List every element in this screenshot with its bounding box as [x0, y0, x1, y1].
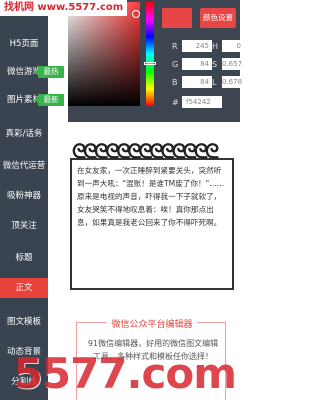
channel-s-label: S	[212, 60, 218, 69]
sidebar-item-title[interactable]: 标题	[0, 248, 48, 268]
saturation-value-area[interactable]	[68, 2, 140, 106]
spacer-strip	[48, 0, 68, 400]
sidebar-item-h5[interactable]: H5页面	[0, 34, 48, 54]
badge-hot: 最热	[34, 66, 64, 78]
hue-slider-handle[interactable]	[144, 62, 156, 65]
hue-slider[interactable]	[146, 2, 154, 106]
channel-s-input[interactable]: 0.657	[222, 58, 244, 70]
badge-new: 最新	[34, 94, 64, 106]
color-preview-swatch	[162, 8, 192, 28]
notebook-spiral: ᘓᘓᘓᘓᘓᘓᘓᘓᘓᘓᘓᘓᘓ	[72, 142, 219, 160]
channel-g-label: G	[172, 60, 179, 69]
channel-l-label: L	[212, 78, 217, 87]
channel-g-input[interactable]: 84	[182, 58, 212, 70]
note-text: 在女友家，一次正睡醉到紧要关头，突然听到一声大吼："混账！是谁TM废了你！"………	[77, 166, 225, 227]
channel-l-input[interactable]: 0.678	[222, 76, 244, 88]
notebook-note[interactable]: 在女友家，一次正睡醉到紧要关头，突然听到一声大吼："混账！是谁TM废了你！"………	[70, 158, 234, 290]
sidebar: H5页面 微信游戏 图片素材 真彩/话务 微信代运营 吸粉神器 顶关注 标题 正…	[0, 0, 48, 400]
watermark-top: 找机网 www.5577.com	[0, 0, 128, 16]
sidebar-item-color-call[interactable]: 真彩/话务	[0, 124, 48, 144]
sidebar-item-template[interactable]: 图文模板	[0, 312, 48, 332]
sv-cursor[interactable]	[132, 10, 140, 18]
channel-b-input[interactable]: 84	[182, 76, 212, 88]
color-picker: 颜色设置 R 245 H 0 G 84 S 0.657 B 84 L 0.678…	[68, 0, 244, 122]
channel-h-input[interactable]: 0	[222, 40, 244, 52]
sidebar-item-follow[interactable]: 顶关注	[0, 216, 48, 236]
channel-h-label: H	[212, 42, 219, 51]
sidebar-item-fans[interactable]: 吸粉神器	[0, 186, 48, 206]
color-set-button[interactable]: 颜色设置	[200, 8, 236, 28]
hex-input[interactable]: f54242	[182, 96, 222, 108]
channel-b-label: B	[172, 78, 178, 87]
sidebar-item-operation[interactable]: 微信代运营	[0, 156, 48, 176]
channel-r-input[interactable]: 245	[182, 40, 212, 52]
card-title: 微信公众平台编辑器	[77, 317, 227, 330]
hex-label: #	[172, 98, 179, 107]
channel-r-label: R	[172, 42, 178, 51]
sidebar-item-body[interactable]: 正文	[0, 278, 48, 298]
watermark-bottom: 5577.com	[13, 349, 237, 398]
